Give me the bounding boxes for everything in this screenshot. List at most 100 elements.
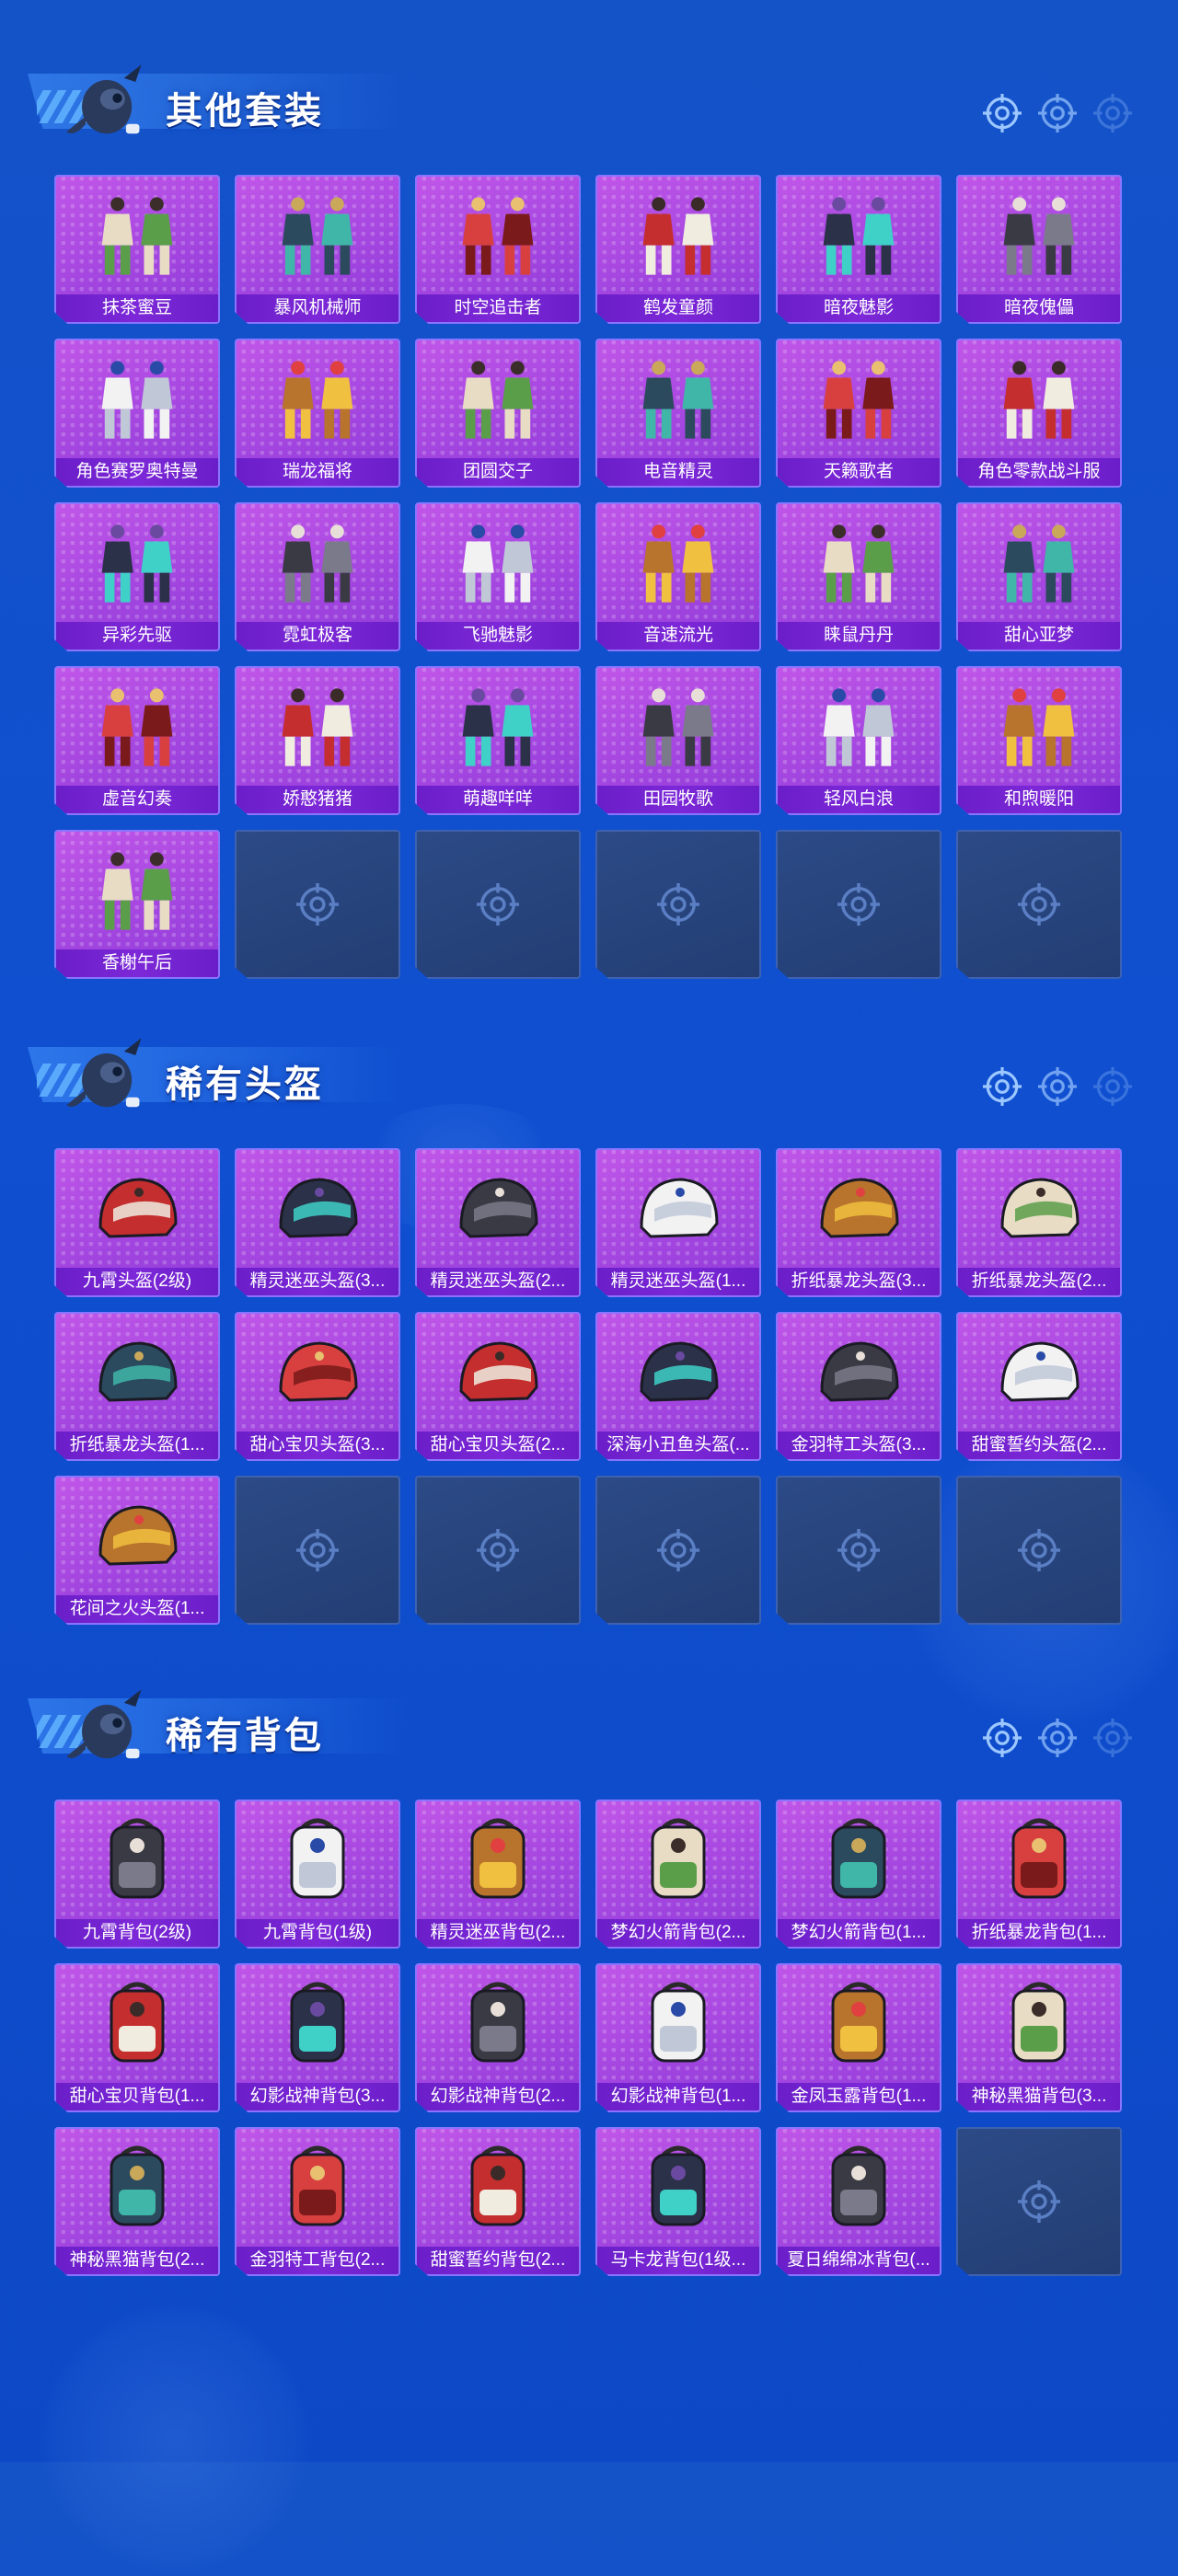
- outfit-icon: [417, 340, 579, 458]
- outfit-card[interactable]: 和煦暖阳: [956, 666, 1122, 815]
- header-decor-icons: [983, 1067, 1132, 1106]
- item-label: 花间之火头盔(1...: [56, 1595, 218, 1623]
- item-label: 虚音幻奏: [56, 786, 218, 813]
- helmet-card[interactable]: 花间之火头盔(1...: [54, 1476, 220, 1625]
- backpack-card[interactable]: 幻影战神背包(1...: [595, 1963, 761, 2112]
- outfit-icon: [597, 177, 759, 294]
- item-label: 甜心宝贝背包(1...: [56, 2083, 218, 2110]
- crosshair-icon: [1093, 1067, 1132, 1106]
- outfit-card[interactable]: 萌趣咩咩: [415, 666, 581, 815]
- outfit-card[interactable]: 天籁歌者: [776, 339, 941, 488]
- outfit-card[interactable]: 鹤发童颜: [595, 175, 761, 324]
- outfit-icon: [417, 504, 579, 622]
- outfit-card[interactable]: 角色赛罗奥特曼: [54, 339, 220, 488]
- outfit-card[interactable]: 角色零款战斗服: [956, 339, 1122, 488]
- helmet-card[interactable]: 折纸暴龙头盔(2...: [956, 1148, 1122, 1297]
- backpack-card[interactable]: 甜心宝贝背包(1...: [54, 1963, 220, 2112]
- backpack-card[interactable]: 马卡龙背包(1级...: [595, 2127, 761, 2276]
- crosshair-icon: [237, 832, 398, 977]
- item-label: 神秘黑猫背包(2...: [56, 2247, 218, 2274]
- backpack-icon: [237, 2129, 398, 2247]
- outfit-card[interactable]: 轻风白浪: [776, 666, 941, 815]
- outfit-card[interactable]: 睐鼠丹丹: [776, 502, 941, 651]
- section-header: 其他套装: [0, 46, 1178, 147]
- outfit-card[interactable]: 暗夜魅影: [776, 175, 941, 324]
- item-label: 金羽特工背包(2...: [237, 2247, 398, 2274]
- item-label: 马卡龙背包(1级...: [597, 2247, 759, 2274]
- backpack-icon: [417, 1965, 579, 2083]
- helmet-card[interactable]: 金羽特工头盔(3...: [776, 1312, 941, 1461]
- outfit-icon: [237, 668, 398, 786]
- outfit-card[interactable]: 霓虹极客: [235, 502, 400, 651]
- backpack-card[interactable]: 精灵迷巫背包(2...: [415, 1800, 581, 1949]
- helmet-card[interactable]: 精灵迷巫头盔(2...: [415, 1148, 581, 1297]
- item-label: 神秘黑猫背包(3...: [958, 2083, 1120, 2110]
- backpack-card[interactable]: 金凤玉露背包(1...: [776, 1963, 941, 2112]
- crosshair-icon: [778, 1478, 940, 1623]
- item-label: 电音精灵: [597, 458, 759, 486]
- item-label: 时空追击者: [417, 294, 579, 322]
- item-label: 幻影战神背包(3...: [237, 2083, 398, 2110]
- backpack-card[interactable]: 甜蜜誓约背包(2...: [415, 2127, 581, 2276]
- helmet-card[interactable]: 深海小丑鱼头盔(...: [595, 1312, 761, 1461]
- outfit-card[interactable]: 瑞龙福将: [235, 339, 400, 488]
- backpack-card[interactable]: 折纸暴龙背包(1...: [956, 1800, 1122, 1949]
- backpack-card[interactable]: 幻影战神背包(3...: [235, 1963, 400, 2112]
- outfit-card[interactable]: 抹茶蜜豆: [54, 175, 220, 324]
- crosshair-icon: [983, 1067, 1022, 1106]
- helmet-card[interactable]: 精灵迷巫头盔(3...: [235, 1148, 400, 1297]
- outfit-card[interactable]: 时空追击者: [415, 175, 581, 324]
- outfit-card[interactable]: 音速流光: [595, 502, 761, 651]
- backpack-card[interactable]: 夏日绵绵冰背包(...: [776, 2127, 941, 2276]
- crosshair-icon: [983, 94, 1022, 132]
- item-label: 抹茶蜜豆: [56, 294, 218, 322]
- backpack-card[interactable]: 神秘黑猫背包(3...: [956, 1963, 1122, 2112]
- backpack-card[interactable]: 梦幻火箭背包(2...: [595, 1800, 761, 1949]
- backpack-card[interactable]: 金羽特工背包(2...: [235, 2127, 400, 2276]
- mascot-icon: [66, 1038, 142, 1108]
- helmet-card[interactable]: 甜蜜誓约头盔(2...: [956, 1312, 1122, 1461]
- outfit-card[interactable]: 香榭午后: [54, 830, 220, 979]
- outfit-card[interactable]: 甜心亚梦: [956, 502, 1122, 651]
- header-decor-icons: [983, 1719, 1132, 1757]
- outfit-icon: [778, 340, 940, 458]
- outfit-card[interactable]: 娇憨猪猪: [235, 666, 400, 815]
- backpack-card[interactable]: 九霄背包(1级): [235, 1800, 400, 1949]
- item-label: 田园牧歌: [597, 786, 759, 813]
- helmet-card[interactable]: 甜心宝贝头盔(2...: [415, 1312, 581, 1461]
- section-title: 其他套装: [166, 91, 324, 132]
- helmet-icon: [778, 1150, 940, 1268]
- backpack-icon: [237, 1801, 398, 1919]
- helmet-card[interactable]: 精灵迷巫头盔(1...: [595, 1148, 761, 1297]
- outfit-card[interactable]: 团圆交子: [415, 339, 581, 488]
- helmet-icon: [56, 1314, 218, 1432]
- outfit-card[interactable]: 飞驰魅影: [415, 502, 581, 651]
- helmet-card[interactable]: 折纸暴龙头盔(3...: [776, 1148, 941, 1297]
- outfit-icon: [237, 177, 398, 294]
- section-header: 稀有头盔: [0, 1019, 1178, 1121]
- backpack-card[interactable]: 梦幻火箭背包(1...: [776, 1800, 941, 1949]
- outfit-card[interactable]: 田园牧歌: [595, 666, 761, 815]
- backpack-icon: [56, 1801, 218, 1919]
- helmet-card[interactable]: 甜心宝贝头盔(3...: [235, 1312, 400, 1461]
- outfit-card[interactable]: 虚音幻奏: [54, 666, 220, 815]
- backpack-card[interactable]: 幻影战神背包(2...: [415, 1963, 581, 2112]
- outfit-icon: [417, 177, 579, 294]
- outfit-icon: [597, 504, 759, 622]
- outfit-icon: [958, 668, 1120, 786]
- backpack-icon: [417, 2129, 579, 2247]
- backpack-card[interactable]: 神秘黑猫背包(2...: [54, 2127, 220, 2276]
- helmet-card[interactable]: 折纸暴龙头盔(1...: [54, 1312, 220, 1461]
- outfit-card[interactable]: 暗夜傀儡: [956, 175, 1122, 324]
- outfit-icon: [597, 340, 759, 458]
- outfit-card[interactable]: 电音精灵: [595, 339, 761, 488]
- crosshair-icon: [958, 832, 1120, 977]
- backpack-card[interactable]: 九霄背包(2级): [54, 1800, 220, 1949]
- item-label: 折纸暴龙头盔(3...: [778, 1268, 940, 1295]
- item-label: 九霄背包(2级): [56, 1919, 218, 1947]
- outfit-card[interactable]: 暴风机械师: [235, 175, 400, 324]
- outfit-card[interactable]: 异彩先驱: [54, 502, 220, 651]
- crosshair-icon: [1038, 94, 1077, 132]
- helmet-card[interactable]: 九霄头盔(2级): [54, 1148, 220, 1297]
- item-label: 九霄背包(1级): [237, 1919, 398, 1947]
